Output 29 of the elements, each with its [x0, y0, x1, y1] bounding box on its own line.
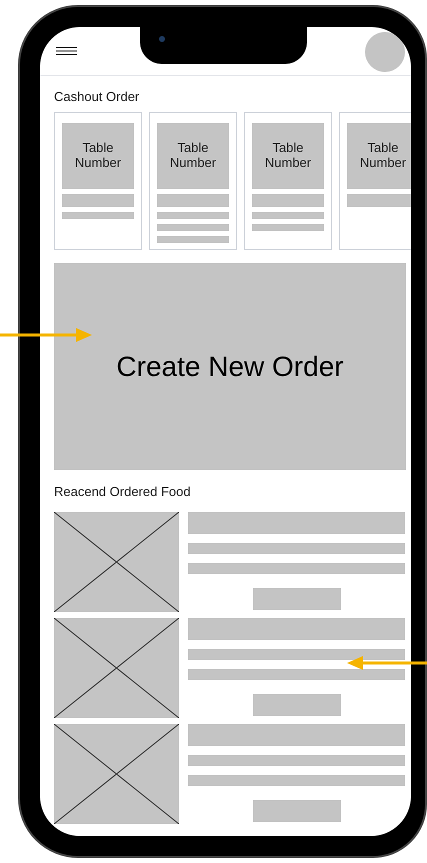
- image-placeholder-icon: [54, 724, 179, 824]
- placeholder-bar: [157, 224, 229, 231]
- table-number-label: Table Number: [62, 123, 134, 189]
- section-title: Cashout Order: [54, 89, 140, 105]
- placeholder-bar: [252, 194, 324, 207]
- placeholder-bar: [347, 194, 411, 207]
- table-number-label: Table Number: [347, 123, 411, 189]
- placeholder-bar: [62, 212, 134, 219]
- image-placeholder-icon: [54, 618, 179, 718]
- image-placeholder-icon: [54, 512, 179, 612]
- table-number-label: Table Number: [252, 123, 324, 189]
- placeholder-bar: [252, 224, 324, 231]
- placeholder-button[interactable]: [252, 694, 340, 716]
- create-order-button[interactable]: Create New Order: [54, 263, 406, 470]
- table-number-label: Table Number: [157, 123, 229, 189]
- section-title: Reacend Ordered Food: [54, 484, 191, 500]
- placeholder-bar: [252, 212, 324, 219]
- placeholder-bar: [157, 212, 229, 219]
- order-card[interactable]: Table Number: [339, 112, 411, 250]
- placeholder-bar: [62, 194, 134, 207]
- menu-icon[interactable]: [56, 47, 77, 55]
- placeholder-bar: [157, 236, 229, 243]
- avatar[interactable]: [365, 32, 405, 72]
- order-card[interactable]: Table Number: [149, 112, 237, 250]
- placeholder-bar: [157, 194, 229, 207]
- order-card[interactable]: Table Number: [244, 112, 332, 250]
- placeholder-button[interactable]: [252, 800, 340, 822]
- order-card[interactable]: Table Number: [54, 112, 142, 250]
- placeholder-button[interactable]: [252, 588, 340, 610]
